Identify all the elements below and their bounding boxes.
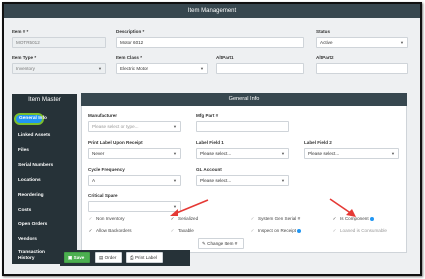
print-label-receipt-select[interactable]: Never ▼ (88, 148, 181, 159)
item-type-label: Item Type * (12, 55, 37, 60)
sidebar-item-open-orders[interactable]: Open Orders (18, 222, 47, 227)
non-inventory-label: Non Inventory (96, 216, 125, 221)
critical-spare-label: Critical Spare (88, 193, 118, 198)
order-button[interactable]: ▤ Order (95, 252, 122, 263)
sidebar-title: Item Master (28, 96, 61, 103)
gl-account-select[interactable]: Please select... ▼ (196, 175, 289, 186)
info-icon[interactable] (369, 216, 374, 221)
status-value: Active (320, 40, 333, 45)
item-number-field[interactable]: MOTR5012 (12, 37, 106, 48)
print-label-button[interactable]: ⎙ Print Label (126, 252, 163, 263)
item-class-select[interactable]: Electric Motor ▼ (116, 63, 208, 74)
non-inventory-checkbox[interactable]: ✓ (88, 216, 93, 221)
item-type-select[interactable]: Inventory ▼ (12, 63, 106, 74)
label-field-2-value: Please select... (308, 151, 340, 156)
chevron-down-icon: ▼ (173, 124, 177, 129)
chevron-down-icon: ▼ (98, 66, 102, 71)
sidebar-item-reordering[interactable]: Reordering (18, 193, 44, 198)
chevron-down-icon: ▼ (281, 178, 285, 183)
label-field-2-label: Label Field 2 (304, 140, 332, 145)
gl-account-value: Please select... (200, 178, 232, 183)
chevron-down-icon: ▼ (391, 151, 395, 156)
cycle-frequency-label: Cycle Frequency (88, 167, 125, 172)
taxable-label: Taxable (178, 228, 194, 233)
sidebar-item-vendors[interactable]: Vendors (18, 237, 37, 242)
chevron-down-icon: ▼ (200, 66, 204, 71)
loaned-is-consumable-label: Loaned is Consumable (340, 228, 387, 233)
status-label: Status (316, 29, 331, 34)
manufacturer-select[interactable]: Please select or type... ▼ (88, 121, 181, 132)
label-field-1-value: Please select... (200, 151, 232, 156)
chevron-down-icon: ▼ (173, 151, 177, 156)
mfg-part-label: Mfg Part # (196, 113, 219, 118)
allow-backorders-label: Allow Backorders (96, 228, 132, 233)
altpart1-label: AltPart1 (216, 55, 234, 60)
item-class-value: Electric Motor (120, 66, 149, 71)
altpart1-field[interactable] (216, 63, 304, 74)
item-class-label: Item Class * (116, 55, 143, 60)
system-gen-serial-label: System Gen Serial # (258, 216, 301, 221)
loaned-is-consumable-checkbox[interactable]: ✓ (332, 228, 337, 233)
sidebar-item-transaction-history[interactable]: Transaction History (18, 250, 50, 262)
sidebar-item-general-info[interactable]: General Info (14, 113, 47, 125)
save-button[interactable]: ▣ Save (64, 252, 90, 263)
system-gen-serial-checkbox[interactable]: ✓ (250, 216, 255, 221)
gl-account-label: GL Account (196, 167, 222, 172)
chevron-down-icon: ▼ (173, 178, 177, 183)
inspect-on-receipt-label: Inspect on Receipt (258, 228, 302, 233)
label-field-1-label: Label Field 1 (196, 140, 224, 145)
info-icon[interactable] (297, 228, 302, 233)
altpart2-label: AltPart2 (316, 55, 334, 60)
chevron-down-icon: ▼ (281, 151, 285, 156)
taxable-checkbox[interactable]: ✓ (170, 228, 175, 233)
item-type-value: Inventory (16, 66, 35, 71)
description-field[interactable]: Motor 6012 (116, 37, 304, 48)
label-field-2-select[interactable]: Please select... ▼ (304, 148, 399, 159)
sidebar-item-linked-assets[interactable]: Linked Assets (18, 133, 50, 138)
status-select[interactable]: Active ▼ (316, 37, 408, 48)
chevron-down-icon: ▼ (400, 40, 404, 45)
page-title: Item Management (4, 4, 420, 18)
sidebar-item-locations[interactable]: Locations (18, 178, 41, 183)
item-number-label: Item # * (12, 29, 29, 34)
description-label: Description * (116, 29, 145, 34)
annotation-arrow-is-component (329, 198, 356, 217)
mfg-part-field[interactable] (196, 121, 289, 132)
sidebar-item-serial-numbers[interactable]: Serial Numbers (18, 163, 53, 168)
manufacturer-label: Manufacturer (88, 113, 118, 118)
print-label-receipt-value: Never (92, 151, 105, 156)
panel-title: General Info (81, 93, 407, 106)
cycle-frequency-value: A (92, 178, 96, 183)
sidebar-item-files[interactable]: Files (18, 148, 29, 153)
manufacturer-placeholder: Please select or type... (92, 124, 139, 129)
cycle-frequency-select[interactable]: A ▼ (88, 175, 181, 186)
annotation-arrow-serialized (170, 199, 209, 216)
altpart2-field[interactable] (316, 63, 408, 74)
change-item-button[interactable]: ✎ Change Item # (198, 238, 244, 249)
sidebar-item-costs[interactable]: Costs (18, 208, 31, 213)
allow-backorders-checkbox[interactable]: ✓ (88, 228, 93, 233)
label-field-1-select[interactable]: Please select... ▼ (196, 148, 289, 159)
inspect-on-receipt-checkbox[interactable]: ✓ (250, 228, 255, 233)
print-label-receipt-label: Print Label Upon Receipt (88, 140, 143, 145)
